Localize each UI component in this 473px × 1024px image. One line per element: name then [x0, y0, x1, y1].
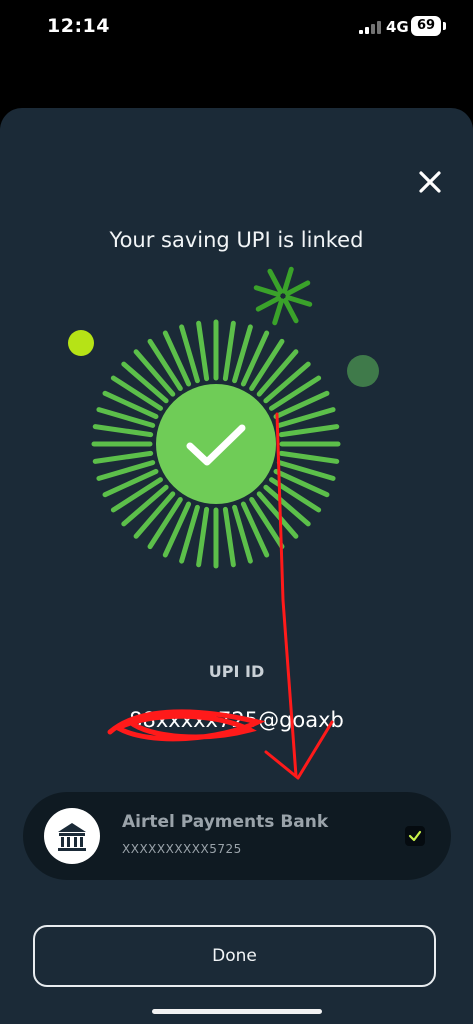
network-type: 4G [386, 18, 409, 36]
upi-id-value: 88xxxxx725@goaxb [129, 708, 344, 732]
status-bar: 12:14 4G 69 [0, 0, 473, 56]
close-button[interactable] [412, 164, 448, 200]
bank-icon-container [44, 808, 100, 864]
home-indicator [152, 1009, 322, 1014]
linked-bank-card[interactable]: Airtel Payments Bank XXXXXXXXXX5725 [23, 792, 451, 880]
upi-id-label: UPI ID [208, 662, 265, 681]
battery-icon: 69 [411, 16, 446, 36]
cellular-signal-icon [359, 20, 383, 34]
bank-account-number: XXXXXXXXXX5725 [122, 842, 242, 856]
done-button[interactable]: Done [33, 925, 436, 987]
bank-icon [58, 823, 86, 851]
bank-name: Airtel Payments Bank [122, 812, 329, 832]
status-time: 12:14 [47, 15, 110, 37]
success-heading: Your saving UPI is linked [109, 228, 364, 252]
check-icon [408, 830, 422, 842]
close-icon [419, 171, 441, 193]
bank-selected-checkbox[interactable] [405, 826, 425, 846]
